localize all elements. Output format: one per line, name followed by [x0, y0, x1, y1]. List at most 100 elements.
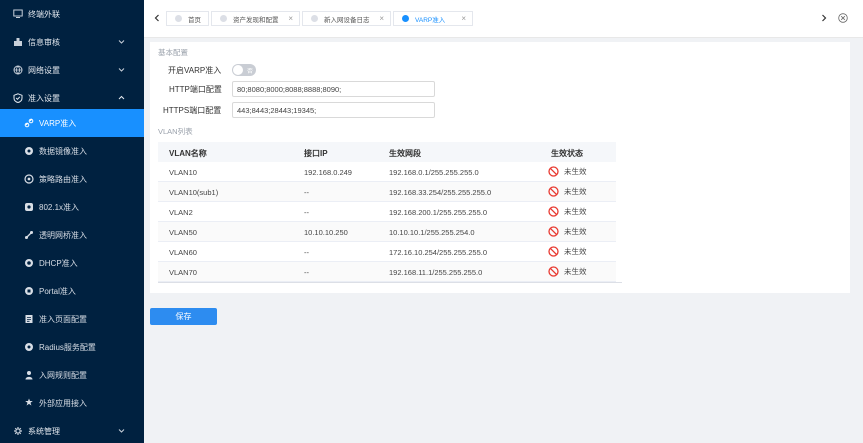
sidebar-item-system-management[interactable]: 系统管理	[0, 417, 144, 443]
sidebar-item-network-rule-config[interactable]: 入网规则配置	[0, 361, 144, 389]
sidebar-item-transparent-bridge-access[interactable]: 透明网桥准入	[0, 221, 144, 249]
varp-toggle[interactable]: 否	[232, 64, 256, 76]
cell-network: 10.10.10.1/255.255.254.0	[389, 228, 475, 237]
sidebar-item-access-settings[interactable]: 准入设置	[0, 84, 144, 112]
sidebar-item-label: 入网规则配置	[39, 370, 87, 380]
sidebar-item-radius-config[interactable]: Radius服务配置	[0, 333, 144, 361]
status-text: 未生效	[564, 227, 587, 236]
sidebar-item-label: 信息审核	[28, 37, 60, 47]
sidebar-item-label: 数据镜像准入	[39, 146, 87, 156]
status-badge: 未生效	[548, 206, 587, 217]
status-text: 未生效	[564, 267, 587, 276]
sidebar-item-external-app-access[interactable]: 外部应用接入	[0, 389, 144, 417]
app-icon	[23, 398, 34, 409]
section-title-vlan: VLAN列表	[158, 127, 193, 136]
sidebar-item-label: 802.1x准入	[39, 202, 80, 212]
portal-icon	[23, 286, 34, 297]
sidebar-item-info-audit[interactable]: 信息审核	[0, 28, 144, 56]
cell-interface-ip: 192.168.0.249	[304, 168, 352, 177]
toggle-knob	[233, 65, 243, 75]
tab-scroll-right-button[interactable]	[817, 8, 831, 28]
cell-vlan-name: VLAN70	[169, 268, 197, 277]
sidebar-item-policy-route-access[interactable]: 策略路由准入	[0, 165, 144, 193]
table-row[interactable]: VLAN60 -- 172.16.10.254/255.255.255.0 未生…	[158, 242, 616, 262]
chevron-down-icon	[117, 37, 126, 46]
forbidden-icon	[548, 186, 559, 197]
cell-vlan-name: VLAN50	[169, 228, 197, 237]
status-badge: 未生效	[548, 166, 587, 177]
tab-new-device-log[interactable]: 新入网设备日志 ×	[302, 11, 391, 26]
forbidden-icon	[548, 266, 559, 277]
sidebar-item-8021x-access[interactable]: 802.1x准入	[0, 193, 144, 221]
sidebar-item-label: VARP准入	[39, 118, 77, 128]
sidebar-item-access-page-config[interactable]: 准入页面配置	[0, 305, 144, 333]
vlan-table-header: VLAN名称 接口IP 生效网段 生效状态	[158, 142, 616, 162]
table-bottom-divider	[158, 282, 622, 283]
status-badge: 未生效	[548, 246, 587, 257]
table-row[interactable]: VLAN2 -- 192.168.200.1/255.255.255.0 未生效	[158, 202, 616, 222]
tab-dot-icon	[402, 15, 409, 22]
cell-interface-ip: --	[304, 248, 309, 257]
tab-label: VARP准入	[415, 16, 446, 24]
tab-varp-access[interactable]: VARP准入 ×	[393, 11, 473, 26]
tab-dot-icon	[311, 15, 318, 22]
sidebar-item-label: 外部应用接入	[39, 398, 87, 408]
sidebar-item-portal-access[interactable]: Portal准入	[0, 277, 144, 305]
sidebar-item-terminal-outreach[interactable]: 终端外联	[0, 0, 144, 28]
sidebar-item-label: 准入设置	[28, 93, 60, 103]
cell-vlan-name: VLAN60	[169, 248, 197, 257]
cell-interface-ip: --	[304, 208, 309, 217]
tab-scroll-left-button[interactable]	[150, 8, 164, 28]
tab-label: 资产发现和配置	[233, 16, 279, 24]
sidebar-item-label: 系统管理	[28, 426, 60, 436]
sidebar: 终端外联 信息审核 网络设置 准入设置 VARP准入 数据镜像准入 策略路由准入…	[0, 0, 144, 443]
rule-icon	[23, 370, 34, 381]
cell-interface-ip: --	[304, 188, 309, 197]
status-text: 未生效	[564, 167, 587, 176]
toggle-text: 否	[246, 69, 253, 75]
status-text: 未生效	[564, 207, 587, 216]
bridge-icon	[23, 230, 34, 241]
status-badge: 未生效	[548, 226, 587, 237]
http-port-input[interactable]	[232, 81, 435, 97]
table-row[interactable]: VLAN10(sub1) -- 192.168.33.254/255.255.2…	[158, 182, 616, 202]
close-all-tabs-icon[interactable]	[838, 13, 848, 23]
status-badge: 未生效	[548, 186, 587, 197]
system-icon	[12, 426, 23, 437]
chevron-up-icon	[117, 93, 126, 102]
status-text: 未生效	[564, 187, 587, 196]
column-header-interface-ip: 接口IP	[304, 149, 328, 158]
tab-bar: 首页 资产发现和配置 × 新入网设备日志 × VARP准入 ×	[144, 0, 863, 38]
radius-icon	[23, 342, 34, 353]
forbidden-icon	[548, 226, 559, 237]
link-icon	[23, 118, 34, 129]
sidebar-item-network-settings[interactable]: 网络设置	[0, 56, 144, 84]
table-row[interactable]: VLAN50 10.10.10.250 10.10.10.1/255.255.2…	[158, 222, 616, 242]
close-icon[interactable]: ×	[288, 14, 293, 23]
table-row[interactable]: VLAN70 -- 192.168.11.1/255.255.255.0 未生效	[158, 262, 616, 282]
cell-network: 192.168.200.1/255.255.255.0	[389, 208, 488, 217]
dot1x-icon	[23, 202, 34, 213]
tab-home[interactable]: 首页	[166, 11, 209, 26]
route-icon	[23, 174, 34, 185]
forbidden-icon	[548, 206, 559, 217]
http-port-label: HTTP端口配置	[169, 85, 222, 94]
cell-network: 192.168.0.1/255.255.255.0	[389, 168, 479, 177]
tab-asset-discovery[interactable]: 资产发现和配置 ×	[211, 11, 300, 26]
cell-interface-ip: 10.10.10.250	[304, 228, 348, 237]
close-icon[interactable]: ×	[379, 14, 384, 23]
sidebar-item-label: DHCP准入	[39, 258, 78, 268]
sidebar-item-label: 透明网桥准入	[39, 230, 87, 240]
cell-interface-ip: --	[304, 268, 309, 277]
sidebar-item-dhcp-access[interactable]: DHCP准入	[0, 249, 144, 277]
save-button[interactable]: 保存	[150, 308, 217, 325]
table-row[interactable]: VLAN10 192.168.0.249 192.168.0.1/255.255…	[158, 162, 616, 182]
https-port-input[interactable]	[232, 102, 435, 118]
sidebar-item-label: Radius服务配置	[39, 342, 96, 352]
globe-icon	[12, 65, 23, 76]
sidebar-item-label: 网络设置	[28, 65, 60, 75]
close-icon[interactable]: ×	[461, 14, 466, 23]
terminal-icon	[12, 9, 23, 20]
sidebar-item-data-mirror-access[interactable]: 数据镜像准入	[0, 137, 144, 165]
sidebar-item-varp-access[interactable]: VARP准入	[0, 109, 144, 137]
